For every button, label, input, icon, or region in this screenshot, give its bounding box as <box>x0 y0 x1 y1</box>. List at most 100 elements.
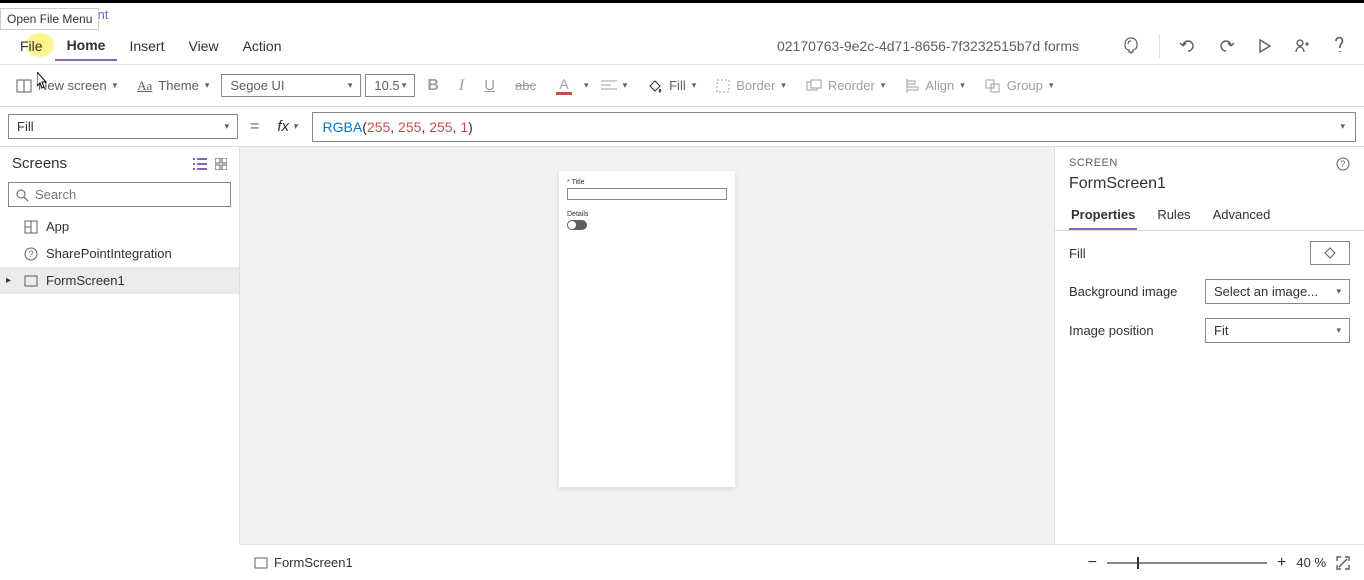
details-label: Details <box>567 211 727 218</box>
reorder-label: Reorder <box>828 78 875 93</box>
border-button[interactable]: Border ▾ <box>708 74 794 97</box>
paint-bucket-icon <box>647 78 663 94</box>
font-size-select[interactable]: 10.5 ▾ <box>365 74 415 97</box>
bg-image-label: Background image <box>1069 284 1177 299</box>
status-bar: FormScreen1 − + 40 % <box>240 544 1364 580</box>
chevron-down-icon: ▾ <box>293 121 298 132</box>
properties-panel: SCREEN ? FormScreen1 Properties Rules Ad… <box>1054 147 1364 544</box>
chevron-down-icon: ▾ <box>1336 325 1341 336</box>
screen-icon <box>24 275 38 287</box>
svg-text:?: ? <box>1340 159 1346 169</box>
share-icon[interactable] <box>1286 30 1318 62</box>
property-select[interactable]: Fill ▾ <box>8 114 238 139</box>
font-color-button[interactable]: A <box>548 72 580 99</box>
zoom-in-button[interactable]: + <box>1277 554 1286 572</box>
menu-insert[interactable]: Insert <box>117 32 176 60</box>
bg-image-select[interactable]: Select an image... ▾ <box>1205 279 1350 304</box>
app-checker-icon[interactable] <box>1115 30 1147 62</box>
help-icon[interactable]: ? <box>1336 157 1350 171</box>
title-input[interactable] <box>567 188 727 200</box>
italic-button[interactable]: I <box>451 73 472 99</box>
theme-label: Theme <box>158 78 198 93</box>
canvas-area[interactable]: * Title Details <box>240 147 1054 544</box>
image-pos-value: Fit <box>1214 323 1228 338</box>
list-view-icon[interactable] <box>193 158 207 170</box>
zoom-out-button[interactable]: − <box>1088 554 1097 572</box>
status-screen-name: FormScreen1 <box>274 555 353 570</box>
new-screen-button[interactable]: New screen ▾ <box>8 74 125 97</box>
text-align-button[interactable]: ▾ <box>593 75 636 97</box>
tree-label: FormScreen1 <box>46 273 125 288</box>
tree-label: SharePointIntegration <box>46 246 172 261</box>
align-button[interactable]: Align ▾ <box>897 74 972 97</box>
font-size-value: 10.5 <box>374 78 399 93</box>
back-breadcrumb[interactable]: arePoint <box>0 3 1364 27</box>
search-icon <box>15 188 29 202</box>
formula-text: RGBA(255, 255, 255, 1) <box>323 119 473 135</box>
chevron-down-icon: ▾ <box>402 80 407 91</box>
zoom-value: 40 % <box>1296 555 1326 570</box>
zoom-slider[interactable] <box>1107 562 1267 564</box>
menu-home[interactable]: Home <box>55 31 118 61</box>
integration-icon: ? <box>24 247 38 261</box>
help-icon[interactable] <box>1324 30 1356 62</box>
reorder-button[interactable]: Reorder ▾ <box>798 74 894 97</box>
theme-button[interactable]: Aa Theme ▾ <box>129 74 217 98</box>
ribbon: New screen ▾ Aa Theme ▾ Segoe UI ▾ 10.5 … <box>0 65 1364 107</box>
search-box[interactable] <box>8 182 231 207</box>
fullscreen-icon[interactable] <box>1336 556 1350 570</box>
chevron-down-icon: ▾ <box>781 80 786 91</box>
screens-title: Screens <box>12 155 67 172</box>
tree-item-app[interactable]: App <box>0 213 239 240</box>
screen-name: FormScreen1 <box>1055 175 1364 201</box>
tree-item-formscreen[interactable]: ▸ FormScreen1 <box>0 267 239 294</box>
tree-label: App <box>46 219 69 234</box>
required-asterisk: * <box>567 179 570 186</box>
paint-bucket-icon <box>1323 246 1337 260</box>
menu-bar: File Home Insert View Action 02170763-9e… <box>0 27 1364 65</box>
tab-rules[interactable]: Rules <box>1155 201 1192 230</box>
image-pos-select[interactable]: Fit ▾ <box>1205 318 1350 343</box>
formula-bar: Fill ▾ = fx ▾ RGBA(255, 255, 255, 1) ▾ <box>0 107 1364 147</box>
bold-button[interactable]: B <box>419 73 447 99</box>
redo-icon[interactable] <box>1210 30 1242 62</box>
strikethrough-button[interactable]: abc <box>507 74 544 97</box>
title-label: Title <box>572 179 585 186</box>
search-input[interactable] <box>35 187 224 202</box>
chevron-down-icon: ▾ <box>881 80 886 91</box>
bg-image-value: Select an image... <box>1214 284 1318 299</box>
chevron-down-icon: ▾ <box>224 121 229 132</box>
image-pos-label: Image position <box>1069 323 1154 338</box>
tree-item-sharepoint[interactable]: ? SharePointIntegration <box>0 240 239 267</box>
fill-color-swatch[interactable] <box>1310 241 1350 265</box>
form-canvas[interactable]: * Title Details <box>559 171 735 487</box>
screen-icon <box>16 79 32 93</box>
screen-icon <box>254 557 268 569</box>
fill-label: Fill <box>669 78 686 93</box>
tab-advanced[interactable]: Advanced <box>1211 201 1273 230</box>
chevron-down-icon[interactable]: ▾ <box>1340 121 1345 132</box>
chevron-down-icon: ▾ <box>960 80 965 91</box>
menu-file[interactable]: File <box>8 32 55 60</box>
group-button[interactable]: Group ▾ <box>977 74 1062 97</box>
grid-view-icon[interactable] <box>215 158 227 170</box>
details-toggle[interactable] <box>567 220 587 230</box>
formula-input[interactable]: RGBA(255, 255, 255, 1) ▾ <box>312 112 1356 142</box>
tab-properties[interactable]: Properties <box>1069 201 1137 230</box>
chevron-down-icon: ▾ <box>1049 80 1054 91</box>
menu-view[interactable]: View <box>176 32 230 60</box>
fill-button[interactable]: Fill ▾ <box>639 74 704 98</box>
menu-action[interactable]: Action <box>231 32 294 60</box>
chevron-down-icon[interactable]: ▾ <box>584 80 589 91</box>
play-icon[interactable] <box>1248 30 1280 62</box>
font-value: Segoe UI <box>230 78 284 93</box>
underline-button[interactable]: U <box>476 73 503 98</box>
app-icon <box>24 220 38 234</box>
expand-caret-icon[interactable]: ▸ <box>6 275 11 286</box>
undo-icon[interactable] <box>1172 30 1204 62</box>
font-select[interactable]: Segoe UI ▾ <box>221 74 361 97</box>
panel-type-label: SCREEN <box>1069 157 1118 171</box>
fx-label[interactable]: fx ▾ <box>271 118 303 135</box>
fill-prop-label: Fill <box>1069 246 1086 261</box>
border-icon <box>716 79 730 93</box>
